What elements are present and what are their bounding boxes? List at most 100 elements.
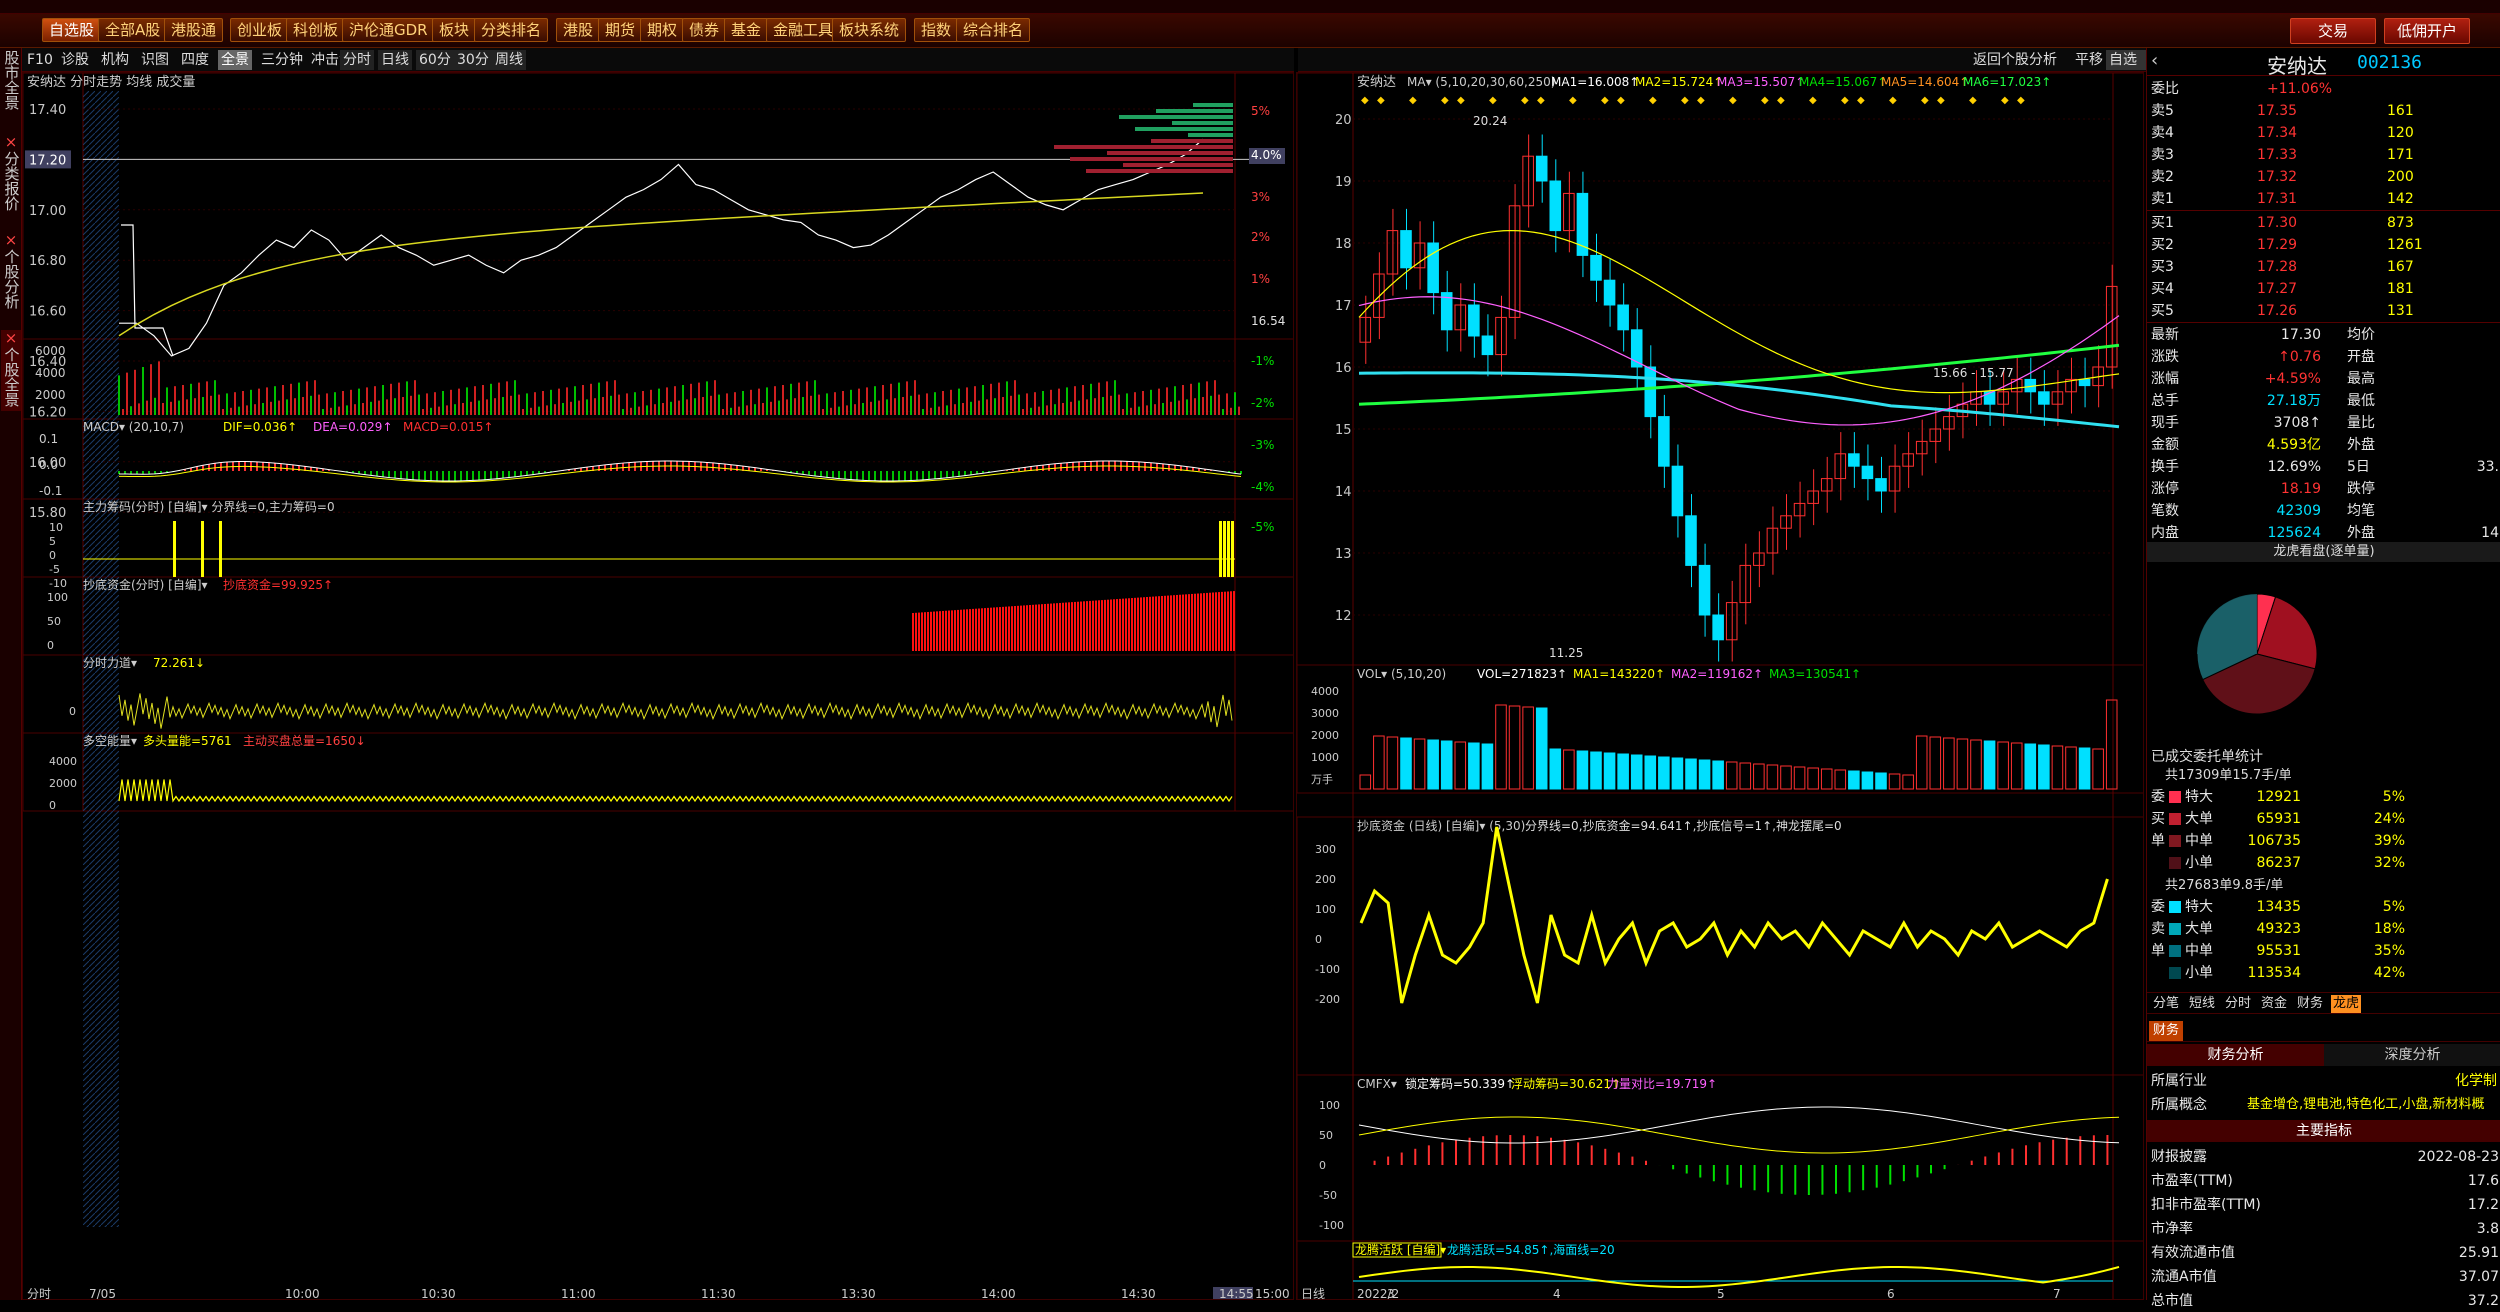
period-tab-1[interactable]: 日线 bbox=[378, 50, 412, 70]
detail-tab-1[interactable]: 短线 bbox=[2187, 995, 2217, 1013]
watchlist-dropdown[interactable]: 自选 ▾ bbox=[2106, 50, 2146, 88]
close-icon[interactable]: × bbox=[1, 134, 21, 151]
main-indicators-title: 主要指标 bbox=[2147, 1120, 2500, 1142]
tab-4[interactable]: 四度 bbox=[178, 50, 212, 70]
finance-row: 扣非市盈率(TTM) 17.2 bbox=[2151, 1197, 2499, 1213]
intraday-charts[interactable]: 安纳达 分时走势 均线 成交量 17.40 17.20 17.00 16.80 16.60… bbox=[23, 73, 1294, 1300]
left-nav-item-category[interactable]: × 分类报价 bbox=[1, 134, 21, 215]
kline-vol-bar bbox=[2051, 745, 2064, 790]
finance-tab[interactable]: 财务 bbox=[2149, 1021, 2184, 1041]
period-tab-2[interactable]: 60分 bbox=[416, 50, 454, 70]
period-tab-4[interactable]: 周线 bbox=[492, 50, 526, 70]
fund-header: 抄底资金(分时) [自编]▾ bbox=[83, 577, 208, 592]
buy-row[interactable]: 买5 17.26 131 bbox=[2147, 300, 2500, 322]
left-nav-item-stock-overview[interactable]: × 个股全景 bbox=[1, 330, 21, 411]
menu-item-11[interactable]: 债券 bbox=[682, 18, 727, 42]
kline-panel: 安纳达 MA▾ (5,10,20,30,60,250) MA1=16.008↑ MA2… bbox=[1296, 72, 2144, 1300]
signal-diamond: ◆ bbox=[1921, 95, 1929, 106]
tab-2[interactable]: 机构 bbox=[98, 50, 132, 70]
detail-tab-5[interactable]: 龙虎 bbox=[2331, 995, 2362, 1013]
sell-row[interactable]: 卖3 17.33 171 bbox=[2147, 144, 2500, 166]
tab-6[interactable]: 三分钟 bbox=[258, 50, 306, 70]
menu-item-1[interactable]: 全部A股 bbox=[98, 18, 168, 42]
detail-tab-0[interactable]: 分笔 bbox=[2151, 995, 2181, 1013]
trade-button[interactable]: 交易 bbox=[2290, 18, 2376, 44]
pan-button[interactable]: 平移 bbox=[2072, 50, 2106, 70]
chip-bar bbox=[201, 521, 204, 577]
menu-item-10[interactable]: 期权 bbox=[640, 18, 685, 42]
detail-tab-3[interactable]: 资金 bbox=[2259, 995, 2289, 1013]
high-label: 20.24 bbox=[1473, 114, 1507, 128]
deep-analysis-tab[interactable]: 深度分析 bbox=[2324, 1044, 2500, 1066]
kline-charts[interactable]: 安纳达 MA▾ (5,10,20,30,60,250)MA1=16.008↑MA2… bbox=[1297, 73, 2144, 1300]
sell-row[interactable]: 卖4 17.34 120 bbox=[2147, 122, 2500, 144]
menu-item-2[interactable]: 港股通 bbox=[164, 18, 224, 42]
finance-analysis-tab[interactable]: 财务分析 bbox=[2147, 1044, 2324, 1066]
signal-diamond: ◆ bbox=[1809, 95, 1817, 106]
tab-3[interactable]: 识图 bbox=[138, 50, 172, 70]
back-arrow-icon[interactable]: ‹ bbox=[2151, 50, 2158, 71]
menu-item-8[interactable]: 港股 bbox=[556, 18, 601, 42]
kline-vol-bar bbox=[1780, 765, 1792, 790]
menu-item-14[interactable]: 板块系统 bbox=[832, 18, 907, 42]
menu-item-3[interactable]: 创业板 bbox=[230, 18, 290, 42]
kline-vol-bar bbox=[1861, 771, 1874, 790]
period-tab-0[interactable]: 分时 bbox=[340, 50, 374, 70]
tab-5[interactable]: 全景 bbox=[218, 50, 252, 70]
vol-right-tick: 2000 bbox=[1311, 729, 1339, 742]
macd-value: MACD=0.015↑ bbox=[403, 420, 493, 434]
buy-row[interactable]: 买2 17.29 1261 bbox=[2147, 234, 2500, 256]
chip-bar bbox=[219, 521, 222, 577]
menu-item-4[interactable]: 科创板 bbox=[286, 18, 346, 42]
buy-row[interactable]: 买4 17.27 181 bbox=[2147, 278, 2500, 300]
left-nav-item-market[interactable]: 股市全景 bbox=[1, 50, 21, 114]
back-to-analysis-link[interactable]: 返回个股分析 bbox=[1970, 50, 2060, 70]
menu-item-16[interactable]: 综合排名 bbox=[956, 18, 1031, 42]
time-label: 14:00 bbox=[981, 1287, 1016, 1300]
detail-tab-4[interactable]: 财务 bbox=[2295, 995, 2325, 1013]
kline-toolbar: 返回个股分析 平移 自选 ▾ bbox=[1298, 48, 2146, 88]
kline-y-tick: 13 bbox=[1335, 547, 1352, 562]
buy-row[interactable]: 买1 17.30 873 bbox=[2147, 212, 2500, 234]
kline-vol-bar bbox=[1549, 748, 1562, 790]
kline-vol-bar bbox=[1956, 738, 1969, 790]
time-label: 14:55 bbox=[1219, 1287, 1254, 1300]
sell-row[interactable]: 卖2 17.32 200 bbox=[2147, 166, 2500, 188]
left-nav-item-stock-analysis[interactable]: × 个股分析 bbox=[1, 232, 21, 313]
pie-slice-sell bbox=[2197, 594, 2257, 654]
sell-row[interactable]: 卖1 17.31 142 bbox=[2147, 188, 2500, 210]
main-menu-bar: 自选股 全部A股 港股通 创业板 科创板 沪伦通GDR 板块 分类排名 港股 期货 期权 债券 基金 金融… bbox=[0, 14, 2500, 48]
menu-item-5[interactable]: 沪伦通GDR bbox=[342, 18, 435, 42]
dragon-tiger-title: 龙虎看盘(逐单量) bbox=[2147, 542, 2500, 562]
menu-item-6[interactable]: 板块 bbox=[432, 18, 477, 42]
tab-0[interactable]: F10 bbox=[24, 50, 56, 70]
candle-body bbox=[1359, 316, 1372, 343]
period-tab-3[interactable]: 30分 bbox=[454, 50, 492, 70]
candle-body bbox=[1834, 453, 1847, 480]
tab-1[interactable]: 诊股 bbox=[58, 50, 92, 70]
order-size-pie bbox=[2196, 593, 2318, 715]
chip-tick: -5 bbox=[49, 563, 60, 576]
candle-body bbox=[1848, 453, 1860, 467]
signal-diamond: ◆ bbox=[1697, 95, 1705, 106]
menu-item-0[interactable]: 自选股 bbox=[42, 18, 102, 42]
menu-item-9[interactable]: 期货 bbox=[598, 18, 643, 42]
menu-item-12[interactable]: 基金 bbox=[724, 18, 769, 42]
menu-item-7[interactable]: 分类排名 bbox=[474, 18, 549, 42]
open-account-button[interactable]: 低佣开户 bbox=[2384, 18, 2470, 44]
finance-subtabs: 财务分析 深度分析 bbox=[2147, 1044, 2500, 1066]
pct-tick: 5% bbox=[1251, 104, 1270, 118]
menu-item-13[interactable]: 金融工具 bbox=[766, 18, 841, 42]
depth-bar bbox=[1070, 157, 1233, 161]
vol-ma3: MA3=130541↑ bbox=[1769, 667, 1861, 681]
signal-diamond: ◆ bbox=[1457, 95, 1465, 106]
buy-row[interactable]: 买3 17.28 167 bbox=[2147, 256, 2500, 278]
kline-vol-bar bbox=[1603, 752, 1616, 790]
kline-vol-bar bbox=[1793, 766, 1806, 790]
kline-bottom-left: 日线 bbox=[1301, 1287, 1325, 1300]
sell-row[interactable]: 卖5 17.35 161 bbox=[2147, 100, 2500, 122]
detail-tab-2[interactable]: 分时 bbox=[2223, 995, 2253, 1013]
close-icon[interactable]: × bbox=[1, 330, 21, 347]
close-icon[interactable]: × bbox=[1, 232, 21, 249]
menu-item-15[interactable]: 指数 bbox=[914, 18, 959, 42]
